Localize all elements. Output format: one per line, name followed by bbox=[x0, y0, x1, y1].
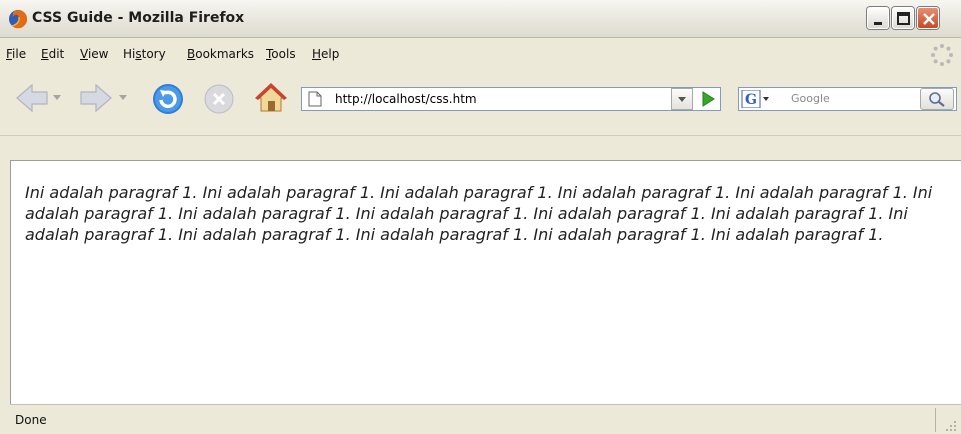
chevron-down-icon bbox=[678, 97, 686, 102]
menu-view[interactable]: View bbox=[80, 47, 108, 61]
address-bar[interactable]: http://localhost/css.htm bbox=[301, 87, 721, 111]
maximize-icon bbox=[897, 12, 910, 25]
minimize-button[interactable] bbox=[867, 7, 889, 29]
paragraph-1: Ini adalah paragraf 1. Ini adalah paragr… bbox=[25, 183, 933, 244]
forward-arrow-icon[interactable] bbox=[78, 81, 114, 115]
menu-help[interactable]: Help bbox=[312, 47, 339, 61]
home-icon[interactable] bbox=[254, 81, 288, 115]
menu-tools[interactable]: Tools bbox=[266, 47, 296, 61]
menu-bar: File Edit View History Bookmarks Tools H… bbox=[0, 44, 961, 66]
forward-history-chevron-icon[interactable] bbox=[117, 90, 129, 104]
status-bar: Done bbox=[10, 404, 961, 434]
back-history-chevron-icon[interactable] bbox=[51, 90, 63, 104]
close-icon bbox=[923, 13, 935, 25]
firefox-icon bbox=[9, 10, 28, 29]
reload-icon[interactable] bbox=[151, 82, 185, 116]
resize-grip-icon[interactable] bbox=[942, 417, 958, 433]
navigation-toolbar: http://localhost/css.htm G Google bbox=[0, 70, 961, 132]
page-icon bbox=[308, 91, 322, 107]
search-input[interactable]: Google bbox=[791, 92, 830, 105]
window-title: CSS Guide - Mozilla Firefox bbox=[32, 10, 245, 26]
stop-icon[interactable] bbox=[203, 83, 235, 115]
search-button[interactable] bbox=[920, 88, 954, 110]
url-text[interactable]: http://localhost/css.htm bbox=[335, 92, 477, 106]
google-icon: G bbox=[741, 89, 769, 109]
browser-window: CSS Guide - Mozilla Firefox File Edit Vi… bbox=[0, 0, 961, 434]
menu-file[interactable]: File bbox=[6, 47, 26, 61]
url-history-dropdown[interactable] bbox=[671, 88, 693, 110]
bookmarks-toolbar bbox=[0, 135, 961, 160]
menu-edit[interactable]: Edit bbox=[41, 47, 64, 61]
menu-bookmarks[interactable]: Bookmarks bbox=[187, 47, 254, 61]
close-button[interactable] bbox=[917, 7, 939, 29]
throbber-icon bbox=[931, 44, 953, 66]
minimize-icon bbox=[874, 22, 882, 25]
back-arrow-icon[interactable] bbox=[14, 81, 50, 115]
status-divider bbox=[935, 408, 936, 432]
go-button[interactable] bbox=[697, 88, 719, 110]
menu-history[interactable]: History bbox=[123, 47, 166, 61]
search-engine-selector[interactable]: G bbox=[741, 89, 785, 109]
status-text: Done bbox=[15, 413, 47, 427]
title-bar[interactable]: CSS Guide - Mozilla Firefox bbox=[0, 0, 961, 38]
maximize-button[interactable] bbox=[892, 7, 914, 29]
page-content: Ini adalah paragraf 1. Ini adalah paragr… bbox=[10, 160, 961, 404]
svg-text:G: G bbox=[745, 92, 757, 108]
magnifier-icon bbox=[929, 92, 945, 107]
